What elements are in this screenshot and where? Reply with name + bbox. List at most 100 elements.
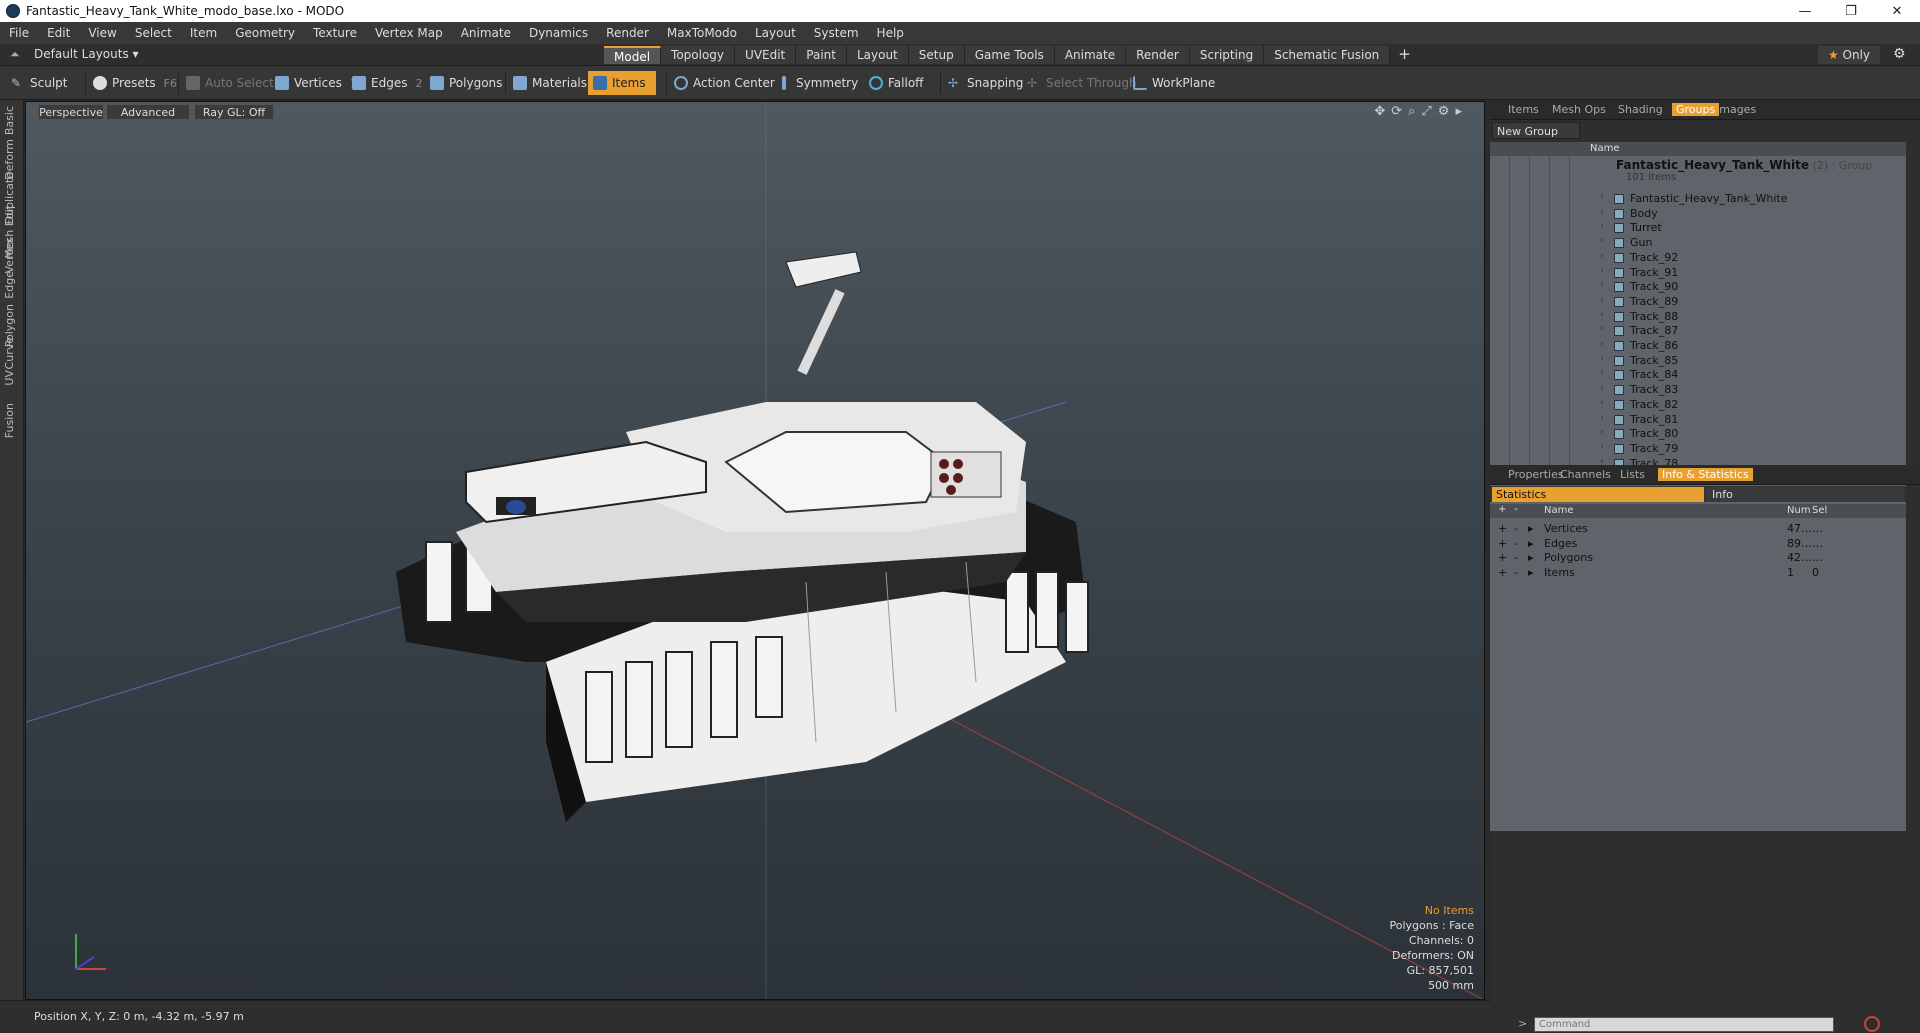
panel-tab-shading[interactable]: Shading: [1618, 103, 1663, 116]
command-input[interactable]: [1534, 1017, 1834, 1032]
expand-arrow-icon[interactable]: ›: [1600, 427, 1604, 437]
panel-tab-info-statistics[interactable]: Info & Statistics: [1658, 468, 1753, 481]
expand-arrow-icon[interactable]: ›: [1600, 251, 1604, 261]
minimize-button[interactable]: —: [1782, 4, 1828, 19]
tab-game-tools[interactable]: Game Tools: [964, 46, 1055, 64]
panel-tab-mesh-ops[interactable]: Mesh Ops: [1552, 103, 1606, 116]
menu-layout[interactable]: Layout: [746, 26, 805, 40]
tab-layout[interactable]: Layout: [846, 46, 909, 64]
expand-arrow-icon[interactable]: ›: [1600, 354, 1604, 364]
panel-tab-images[interactable]: Images: [1716, 103, 1756, 116]
left-tab-curve[interactable]: Curve: [3, 337, 16, 369]
menu-select[interactable]: Select: [126, 26, 181, 40]
vertices-button[interactable]: Vertices1: [270, 71, 357, 95]
menu-maxtomodo[interactable]: MaxToModo: [658, 26, 746, 40]
3d-viewport[interactable]: Perspective Advanced Ray GL: Off ✥⟳⌕⤢⚙▸ …: [25, 101, 1485, 1000]
collapse-minus-icon[interactable]: -: [1514, 537, 1518, 550]
expand-arrow-icon[interactable]: ›: [1600, 442, 1604, 452]
menu-help[interactable]: Help: [868, 26, 913, 40]
symmetry-button[interactable]: Symmetry: [772, 71, 858, 95]
maximize-button[interactable]: ❐: [1828, 4, 1874, 19]
expand-arrow-icon[interactable]: ›: [1600, 383, 1604, 393]
menu-render[interactable]: Render: [597, 26, 658, 40]
expand-arrow-icon[interactable]: ›: [1600, 236, 1604, 246]
presets-button[interactable]: Presets F6: [88, 71, 177, 95]
menu-edit[interactable]: Edit: [38, 26, 79, 40]
shading-dropdown[interactable]: Advanced: [106, 104, 190, 120]
expand-arrow-icon[interactable]: ›: [1600, 266, 1604, 276]
left-tab-uv[interactable]: UV: [3, 370, 16, 386]
tab-schematic-fusion[interactable]: Schematic Fusion: [1264, 46, 1391, 64]
record-icon[interactable]: [1864, 1016, 1880, 1032]
expand-arrow-icon[interactable]: ›: [1600, 398, 1604, 408]
row-arrow-icon[interactable]: ▸: [1528, 522, 1534, 535]
left-tab-edge[interactable]: Edge: [3, 271, 16, 299]
falloff-button[interactable]: Falloff: [864, 71, 923, 95]
tab-topology[interactable]: Topology: [661, 46, 736, 64]
expand-arrow-icon[interactable]: ›: [1600, 295, 1604, 305]
expand-plus-icon[interactable]: +: [1498, 551, 1507, 564]
expand-arrow-icon[interactable]: ›: [1600, 221, 1604, 231]
expand-plus-icon[interactable]: +: [1498, 566, 1507, 579]
action-center-button[interactable]: Action Center: [669, 71, 775, 95]
add-tab-icon[interactable]: +: [1390, 46, 1419, 64]
row-arrow-icon[interactable]: ▸: [1528, 537, 1534, 550]
raygl-toggle[interactable]: Ray GL: Off: [194, 104, 274, 120]
menu-vertex-map[interactable]: Vertex Map: [366, 26, 452, 40]
snapping-button[interactable]: ✢ Snapping: [943, 71, 1023, 95]
panel-tab-groups[interactable]: Groups: [1672, 103, 1720, 116]
statistics-tab[interactable]: Statistics: [1492, 487, 1704, 502]
remove-icon[interactable]: -: [1514, 504, 1518, 515]
menu-texture[interactable]: Texture: [304, 26, 366, 40]
tab-animate[interactable]: Animate: [1054, 46, 1127, 64]
expand-arrow-icon[interactable]: ›: [1600, 413, 1604, 423]
sculpt-button[interactable]: ✎ Sculpt: [6, 71, 67, 95]
items-button[interactable]: Items: [588, 71, 656, 95]
polygons-button[interactable]: Polygons: [425, 71, 502, 95]
collapse-minus-icon[interactable]: -: [1514, 551, 1518, 564]
collapse-minus-icon[interactable]: -: [1514, 566, 1518, 579]
expand-plus-icon[interactable]: +: [1498, 522, 1507, 535]
materials-button[interactable]: Materials: [508, 71, 587, 95]
expand-arrow-icon[interactable]: ›: [1600, 280, 1604, 290]
view-type-dropdown[interactable]: Perspective: [38, 104, 104, 120]
new-group-button[interactable]: New Group: [1492, 122, 1580, 139]
expand-arrow-icon[interactable]: ›: [1600, 368, 1604, 378]
panel-tab-lists[interactable]: Lists: [1620, 468, 1645, 481]
tab-scripting[interactable]: Scripting: [1189, 46, 1265, 64]
menu-animate[interactable]: Animate: [452, 26, 520, 40]
add-icon[interactable]: +: [1498, 504, 1506, 515]
row-arrow-icon[interactable]: ▸: [1528, 566, 1534, 579]
tab-uvedit[interactable]: UVEdit: [735, 46, 797, 64]
tab-model[interactable]: Model: [604, 46, 662, 64]
panel-tab-properties[interactable]: Properties: [1508, 468, 1564, 481]
row-arrow-icon[interactable]: ▸: [1528, 551, 1534, 564]
only-toggle[interactable]: ★ Only: [1818, 46, 1880, 64]
edges-button[interactable]: Edges 2: [347, 71, 422, 95]
expand-arrow-icon[interactable]: ›: [1600, 310, 1604, 320]
expand-arrow-icon[interactable]: ›: [1600, 339, 1604, 349]
left-tab-basic[interactable]: Basic: [3, 106, 16, 135]
panel-tab-channels[interactable]: Channels: [1560, 468, 1611, 481]
expand-arrow-icon[interactable]: ›: [1600, 207, 1604, 217]
menu-system[interactable]: System: [805, 26, 868, 40]
viewport-nav-icons[interactable]: ✥⟳⌕⤢⚙▸: [1374, 104, 1468, 119]
group-header-row[interactable]: Fantastic_Heavy_Tank_White (2) : Group 1…: [1490, 158, 1906, 190]
info-tab[interactable]: Info: [1706, 487, 1904, 502]
tab-render[interactable]: Render: [1126, 46, 1190, 64]
auto-select-button[interactable]: Auto Select: [181, 71, 274, 95]
tab-setup[interactable]: Setup: [908, 46, 965, 64]
statistics-row[interactable]: + - ▸ Items 1 0: [1490, 566, 1906, 584]
menu-view[interactable]: View: [79, 26, 125, 40]
expand-arrow-icon[interactable]: ›: [1600, 192, 1604, 202]
left-tab-vertex[interactable]: Vertex: [3, 238, 16, 273]
menu-geometry[interactable]: Geometry: [226, 26, 304, 40]
menu-file[interactable]: File: [0, 26, 38, 40]
menu-item[interactable]: Item: [181, 26, 226, 40]
left-tab-fusion[interactable]: Fusion: [3, 403, 16, 438]
gear-icon[interactable]: ⚙: [1893, 46, 1906, 62]
select-through-button[interactable]: ✢ Select Through: [1022, 71, 1137, 95]
close-button[interactable]: ✕: [1874, 4, 1920, 19]
expand-plus-icon[interactable]: +: [1498, 537, 1507, 550]
expand-arrow-icon[interactable]: ›: [1600, 324, 1604, 334]
